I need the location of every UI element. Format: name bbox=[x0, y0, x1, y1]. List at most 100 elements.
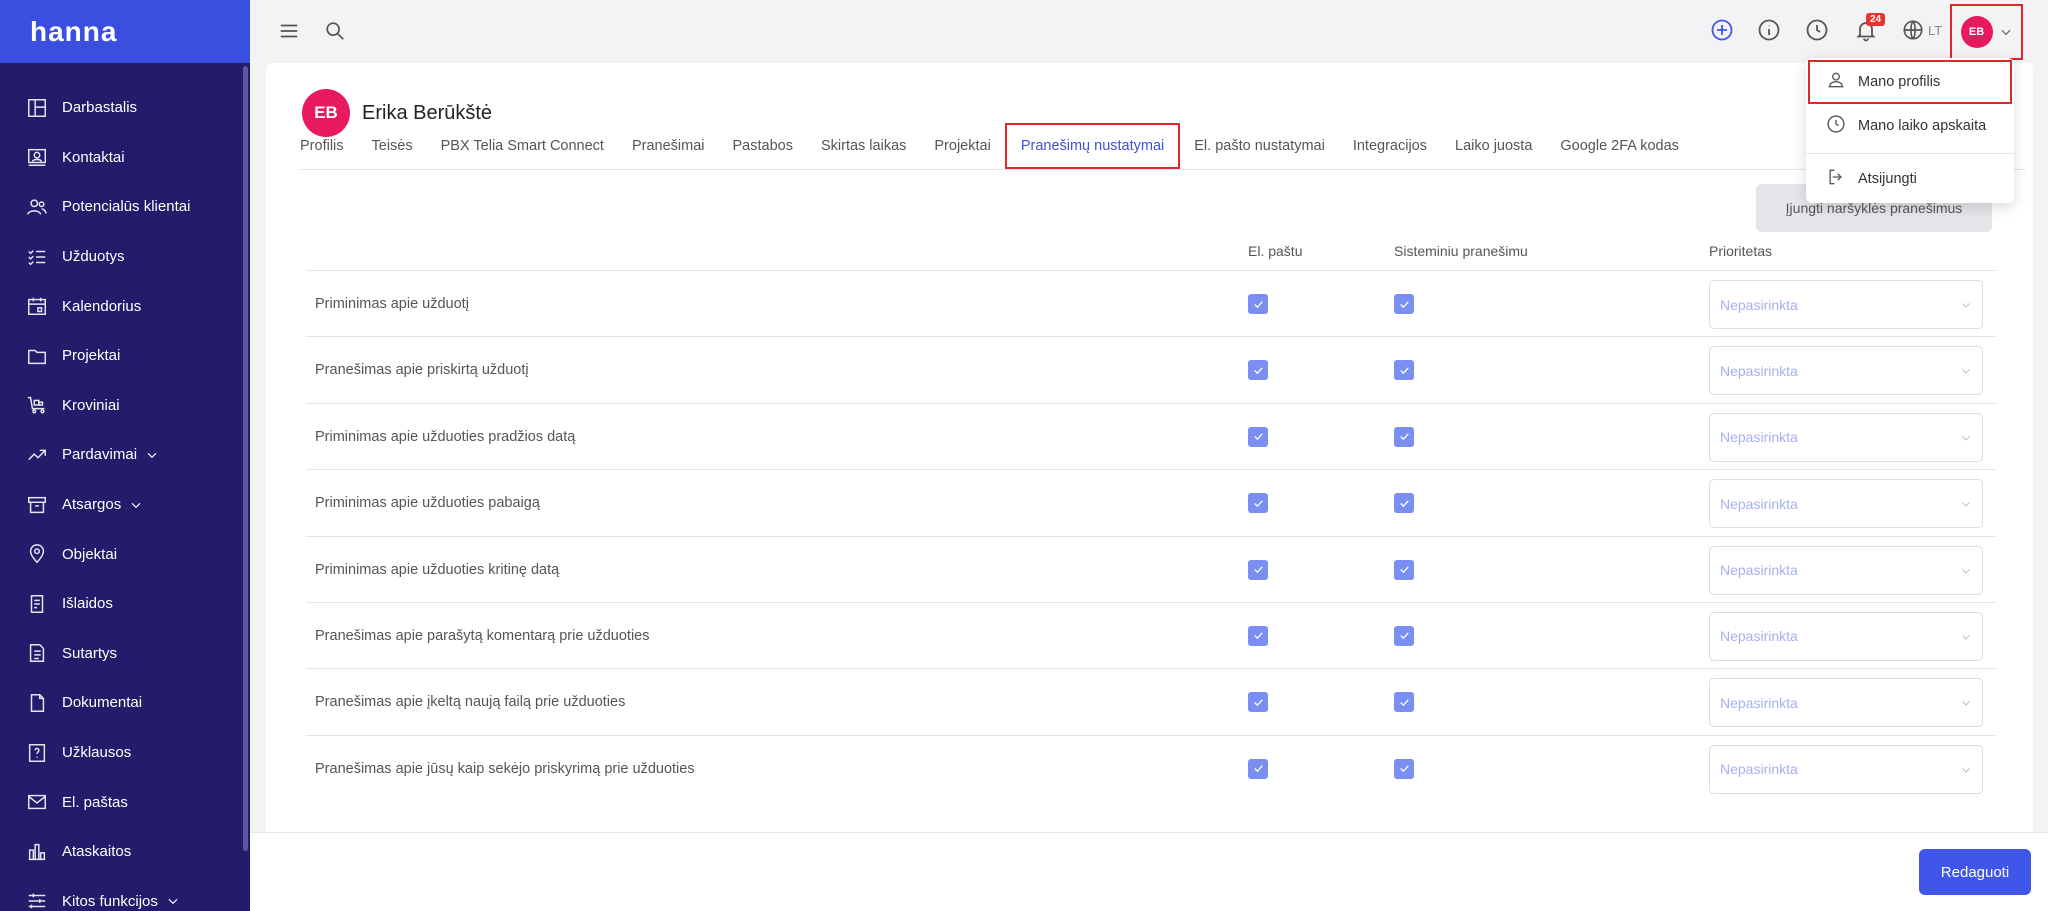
sidebar-item-label: Darbastalis bbox=[62, 99, 138, 117]
notification-label: Pranešimas apie parašytą komentarą prie … bbox=[315, 627, 650, 644]
tab-4[interactable]: Pranešimai bbox=[618, 123, 719, 169]
tab-3[interactable]: PBX Telia Smart Connect bbox=[427, 123, 618, 169]
notification-label: Pranešimas apie įkeltą naują failą prie … bbox=[315, 694, 626, 711]
chevron-down-icon bbox=[1960, 431, 1972, 447]
priority-select[interactable]: Nepasirinkta bbox=[1709, 280, 1983, 329]
sidebar-item-label: Išlaidos bbox=[62, 595, 113, 613]
sidebar-item-ataskaitos[interactable]: Ataskaitos bbox=[0, 827, 250, 877]
system-checkbox[interactable] bbox=[1394, 493, 1414, 514]
bottom-action-bar: Redaguoti bbox=[250, 832, 2048, 911]
edit-button[interactable]: Redaguoti bbox=[1919, 849, 2031, 895]
tab-2[interactable]: Teisės bbox=[358, 123, 427, 169]
priority-select[interactable]: Nepasirinkta bbox=[1709, 412, 1983, 462]
sidebar-item-užklausos[interactable]: Užklausos bbox=[0, 728, 250, 778]
priority-select-value: Nepasirinkta bbox=[1720, 296, 1798, 313]
chevron-down-icon bbox=[1960, 497, 1972, 513]
system-checkbox[interactable] bbox=[1394, 625, 1414, 646]
sidebar-item-pardavimai[interactable]: Pardavimai bbox=[0, 430, 250, 480]
sidebar-item-label: Kalendorius bbox=[62, 297, 142, 315]
dashboard-icon bbox=[26, 97, 48, 119]
priority-select[interactable]: Nepasirinkta bbox=[1709, 545, 1983, 595]
chevron-down-icon bbox=[129, 498, 143, 512]
tab-8[interactable]: Pranešimų nustatymai bbox=[1004, 123, 1181, 169]
column-header-email: El. paštu bbox=[1248, 243, 1303, 259]
profile-name: Erika Berūkštė bbox=[362, 101, 493, 124]
documents-icon bbox=[26, 692, 48, 714]
system-checkbox[interactable] bbox=[1394, 360, 1414, 381]
system-checkbox[interactable] bbox=[1394, 559, 1414, 580]
system-checkbox[interactable] bbox=[1394, 692, 1414, 713]
chevron-down-icon bbox=[1960, 364, 1972, 380]
sidebar-item-potencialūs-klientai[interactable]: Potencialūs klientai bbox=[0, 182, 250, 232]
sidebar-item-kalendorius[interactable]: Kalendorius bbox=[0, 281, 250, 331]
sidebar-item-label: El. paštas bbox=[62, 793, 128, 811]
email-checkbox[interactable] bbox=[1248, 493, 1268, 514]
menu-divider bbox=[1806, 153, 2014, 154]
priority-select[interactable]: Nepasirinkta bbox=[1709, 346, 1983, 396]
menu-item-logout[interactable]: Atsijungti bbox=[1808, 157, 2012, 201]
sidebar-item-projektai[interactable]: Projektai bbox=[0, 331, 250, 381]
sidebar-item-label: Užklausos bbox=[62, 744, 132, 762]
sidebar-item-darbastalis[interactable]: Darbastalis bbox=[0, 83, 250, 133]
email-checkbox[interactable] bbox=[1248, 294, 1268, 314]
priority-select[interactable]: Nepasirinkta bbox=[1709, 479, 1983, 529]
chevron-down-icon bbox=[145, 448, 159, 462]
search-icon[interactable] bbox=[324, 20, 346, 42]
tab-10[interactable]: Integracijos bbox=[1339, 123, 1441, 169]
app-logo[interactable]: hanna bbox=[0, 0, 250, 63]
menu-icon[interactable] bbox=[278, 20, 300, 42]
user-menu-toggle[interactable]: EB bbox=[1950, 4, 2023, 60]
column-header-priority: Prioritetas bbox=[1709, 243, 1773, 259]
tab-5[interactable]: Pastabos bbox=[719, 123, 807, 169]
menu-item-time-tracking[interactable]: Mano laiko apskaita bbox=[1808, 104, 2012, 148]
sidebar-item-kroviniai[interactable]: Kroviniai bbox=[0, 381, 250, 431]
system-checkbox[interactable] bbox=[1394, 758, 1414, 779]
tab-12[interactable]: Google 2FA kodas bbox=[1546, 123, 1693, 169]
profile-tabs: Profilis Teisės PBX Telia Smart Connect Pra… bbox=[300, 123, 1693, 169]
email-checkbox[interactable] bbox=[1248, 360, 1268, 381]
email-checkbox[interactable] bbox=[1248, 559, 1268, 580]
sidebar-item-dokumentai[interactable]: Dokumentai bbox=[0, 678, 250, 728]
sidebar-scrollbar[interactable] bbox=[243, 66, 248, 851]
priority-select[interactable]: Nepasirinkta bbox=[1709, 744, 1983, 794]
priority-select[interactable]: Nepasirinkta bbox=[1709, 611, 1983, 661]
chevron-down-icon bbox=[1999, 25, 2013, 39]
email-checkbox[interactable] bbox=[1248, 426, 1268, 447]
add-icon[interactable] bbox=[1710, 18, 1734, 42]
logout-icon bbox=[1826, 167, 1846, 191]
user-icon bbox=[1826, 70, 1846, 94]
tasks-icon bbox=[26, 246, 48, 268]
inquiries-icon bbox=[26, 742, 48, 764]
sidebar-item-objektai[interactable]: Objektai bbox=[0, 529, 250, 579]
notification-label: Priminimas apie užduoties kritinę datą bbox=[315, 561, 560, 578]
email-checkbox[interactable] bbox=[1248, 758, 1268, 779]
priority-select[interactable]: Nepasirinkta bbox=[1709, 678, 1983, 728]
sidebar-item-išlaidos[interactable]: Išlaidos bbox=[0, 579, 250, 629]
email-checkbox[interactable] bbox=[1248, 692, 1268, 713]
sidebar-item-el-paštas[interactable]: El. paštas bbox=[0, 777, 250, 827]
tab-1[interactable]: Profilis bbox=[300, 123, 358, 169]
priority-select-value: Nepasirinkta bbox=[1720, 628, 1798, 645]
table-row: Priminimas apie užduotį Nepasirinkta bbox=[306, 270, 1996, 336]
tab-6[interactable]: Skirtas laikas bbox=[807, 123, 920, 169]
language-switcher[interactable]: LT bbox=[1902, 19, 1942, 41]
menu-item-my-profile[interactable]: Mano profilis bbox=[1808, 60, 2012, 104]
email-checkbox[interactable] bbox=[1248, 625, 1268, 646]
sidebar-item-kontaktai[interactable]: Kontaktai bbox=[0, 133, 250, 183]
clock-icon[interactable] bbox=[1805, 18, 1829, 42]
notification-label: Pranešimas apie jūsų kaip sekėjo priskyr… bbox=[315, 760, 695, 777]
folder-icon bbox=[26, 345, 48, 367]
priority-select-value: Nepasirinkta bbox=[1720, 694, 1798, 711]
tab-11[interactable]: Laiko juosta bbox=[1441, 123, 1546, 169]
system-checkbox[interactable] bbox=[1394, 294, 1414, 314]
info-icon[interactable] bbox=[1757, 18, 1781, 42]
profile-card: EB Erika Berūkštė Profilis Teisės PBX Teli… bbox=[266, 63, 2033, 853]
sidebar-item-sutartys[interactable]: Sutartys bbox=[0, 629, 250, 679]
sidebar-item-užduotys[interactable]: Užduotys bbox=[0, 232, 250, 282]
system-checkbox[interactable] bbox=[1394, 426, 1414, 447]
sidebar-item-kitos-funkcijos[interactable]: Kitos funkcijos bbox=[0, 877, 250, 911]
tab-7[interactable]: Projektai bbox=[920, 123, 1004, 169]
sidebar-item-atsargos[interactable]: Atsargos bbox=[0, 480, 250, 530]
tab-9[interactable]: El. pašto nustatymai bbox=[1180, 123, 1339, 169]
notification-label: Pranešimas apie priskirtą užduotį bbox=[315, 362, 529, 379]
